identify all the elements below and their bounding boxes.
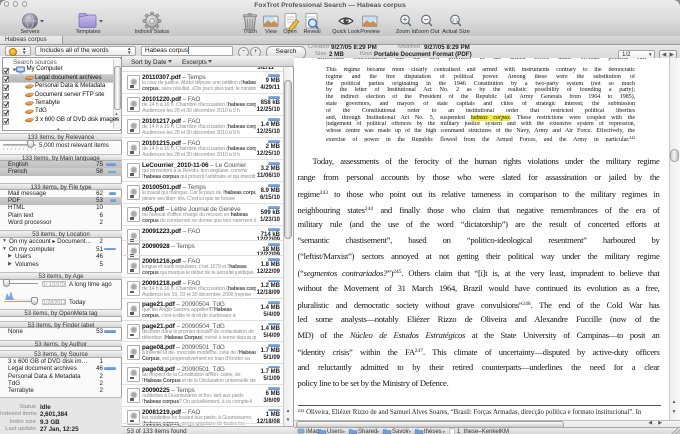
svg-text:1:1: 1:1 — [452, 17, 459, 22]
